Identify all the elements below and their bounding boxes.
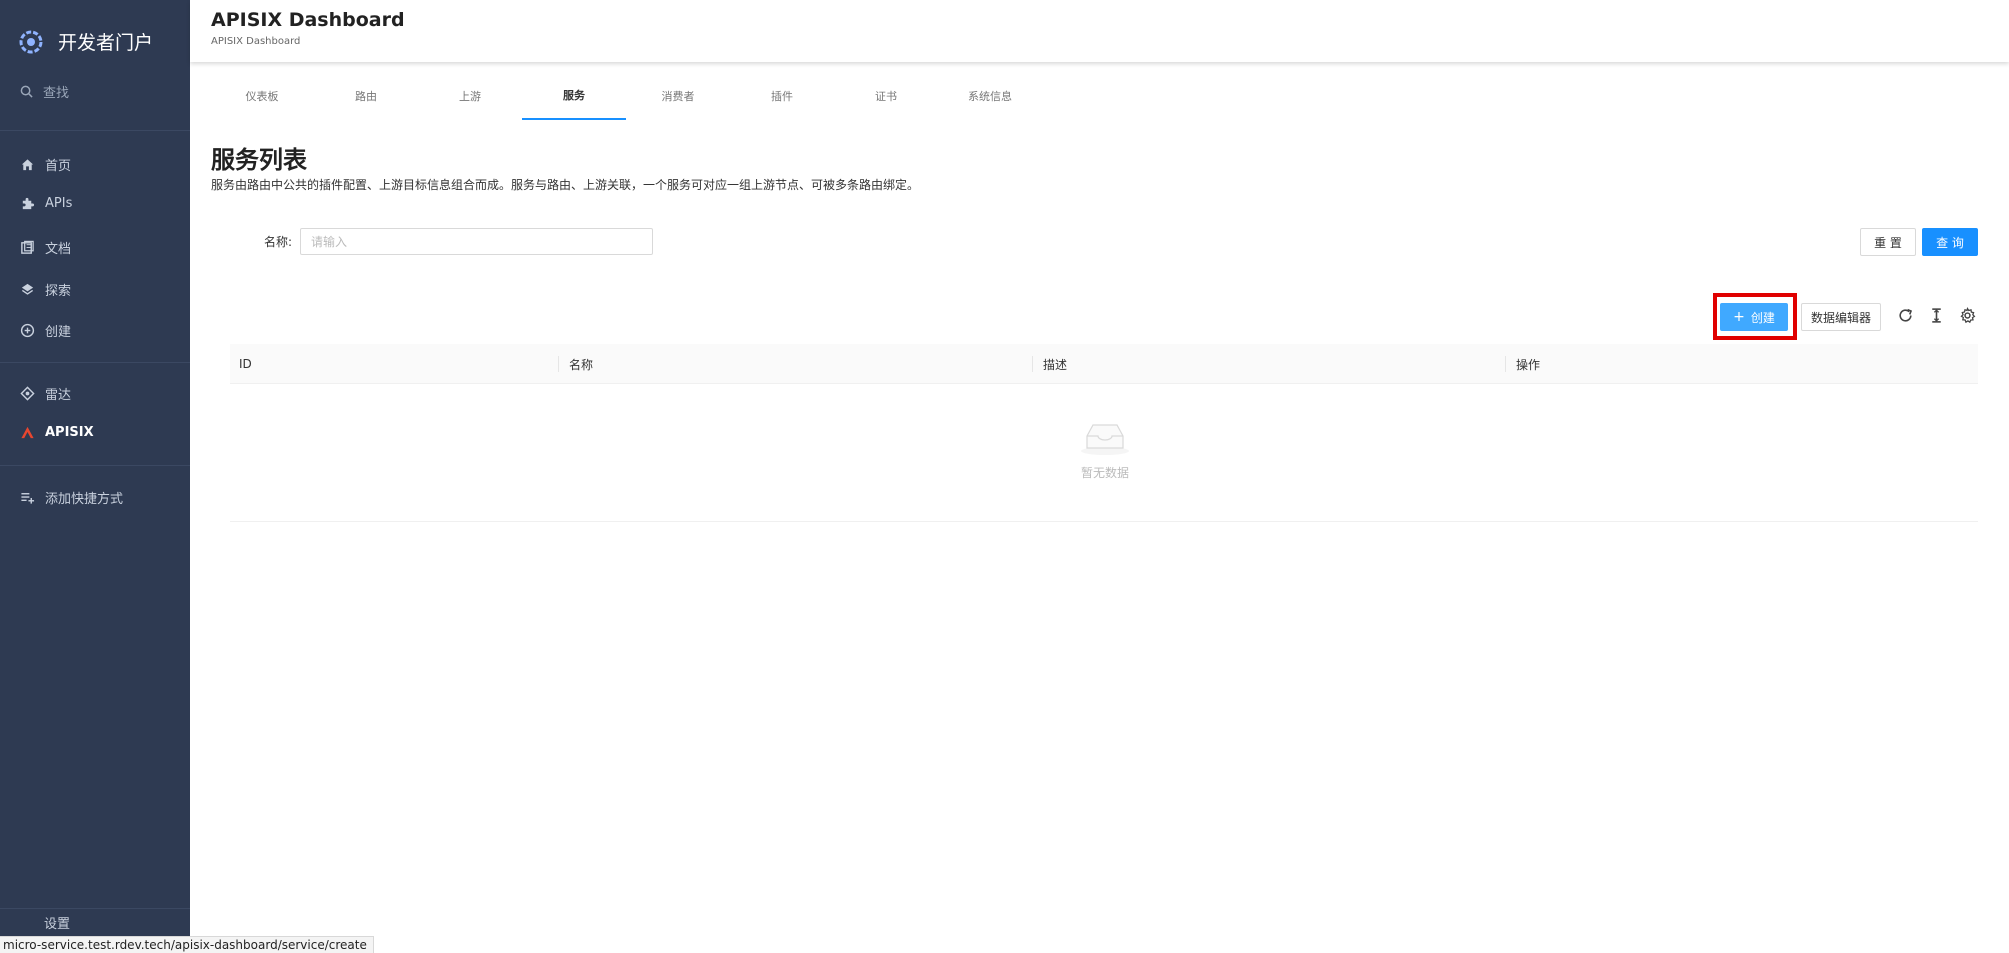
data-editor-button[interactable]: 数据编辑器 <box>1801 303 1881 331</box>
sidebar-item-create[interactable]: 创建 <box>20 321 71 340</box>
search-icon <box>20 85 33 98</box>
header-title: APISIX Dashboard <box>211 9 405 31</box>
create-button[interactable]: + 创建 <box>1720 303 1788 331</box>
sidebar-item-label: 雷达 <box>45 388 72 403</box>
sidebar: 开发者门户 查找 首页 APIs 文档 探索 创建 雷达 APISIX 添加快捷… <box>0 0 190 953</box>
column-header-id: ID <box>239 357 252 371</box>
sidebar-item-home[interactable]: 首页 <box>20 155 71 174</box>
column-divider <box>558 356 559 372</box>
header-subtitle: APISIX Dashboard <box>211 36 301 47</box>
sidebar-item-label: APISIX <box>45 425 94 440</box>
tab-upstream[interactable]: 上游 <box>418 72 522 120</box>
tab-certificates[interactable]: 证书 <box>834 72 938 120</box>
column-divider <box>1032 356 1033 372</box>
table-bottom-border <box>230 521 1978 522</box>
sidebar-item-label: 创建 <box>45 325 72 340</box>
empty-state: 暂无数据 <box>1040 420 1170 481</box>
column-header-name: 名称 <box>569 357 594 372</box>
column-divider <box>1505 356 1506 372</box>
sidebar-item-apis[interactable]: APIs <box>20 196 72 211</box>
query-button[interactable]: 查 询 <box>1922 228 1978 256</box>
playlist-add-icon <box>21 493 35 504</box>
sidebar-settings-label: 设置 <box>44 917 71 932</box>
page-title: 服务列表 <box>211 146 307 174</box>
docs-icon <box>21 240 34 254</box>
sidebar-item-apisix[interactable]: APISIX <box>20 425 94 440</box>
reload-icon[interactable] <box>1897 307 1914 324</box>
page-description: 服务由路由中公共的插件配置、上游目标信息组合而成。服务与路由、上游关联，一个服务… <box>211 178 920 192</box>
sidebar-item-add-shortcut[interactable]: 添加快捷方式 <box>20 488 123 507</box>
page-header: APISIX Dashboard APISIX Dashboard <box>190 0 2009 62</box>
tab-services[interactable]: 服务 <box>522 72 626 120</box>
name-filter-label: 名称: <box>264 235 293 249</box>
sidebar-item-label: APIs <box>45 196 73 211</box>
sidebar-item-label: 首页 <box>45 159 72 174</box>
puzzle-icon <box>22 197 35 210</box>
sidebar-item-label: 探索 <box>45 284 72 299</box>
sidebar-search[interactable]: 查找 <box>20 82 69 101</box>
brand[interactable]: 开发者门户 <box>18 28 153 55</box>
home-icon <box>21 159 34 171</box>
layers-icon <box>21 283 34 295</box>
reset-button[interactable]: 重 置 <box>1860 228 1916 256</box>
sidebar-item-explore[interactable]: 探索 <box>20 280 71 299</box>
sidebar-search-label: 查找 <box>43 86 70 101</box>
sidebar-item-docs[interactable]: 文档 <box>20 238 71 257</box>
plus-icon: + <box>1733 309 1745 325</box>
browser-status-url: micro-service.test.rdev.tech/apisix-dash… <box>0 936 374 953</box>
sidebar-divider <box>0 130 190 131</box>
sidebar-item-radar[interactable]: 雷达 <box>20 384 71 403</box>
radar-icon <box>20 386 35 401</box>
empty-state-text: 暂无数据 <box>1080 466 1129 480</box>
sidebar-divider <box>0 362 190 363</box>
brand-logo-icon <box>19 30 43 53</box>
tab-system-info[interactable]: 系统信息 <box>938 72 1042 120</box>
name-filter-input[interactable] <box>300 228 653 255</box>
create-button-label: 创建 <box>1750 310 1775 325</box>
tab-consumers[interactable]: 消费者 <box>626 72 730 120</box>
column-height-icon[interactable] <box>1928 307 1945 324</box>
empty-inbox-icon <box>1081 424 1129 455</box>
column-header-actions: 操作 <box>1516 357 1541 372</box>
table-header: ID 名称 描述 操作 <box>230 344 1978 384</box>
sidebar-item-label: 文档 <box>45 242 72 257</box>
plus-circle-icon <box>20 323 35 338</box>
brand-name: 开发者门户 <box>58 32 154 54</box>
tab-routes[interactable]: 路由 <box>314 72 418 120</box>
tab-dashboard[interactable]: 仪表板 <box>210 72 314 120</box>
column-header-description: 描述 <box>1043 357 1068 372</box>
sidebar-item-label: 添加快捷方式 <box>45 492 124 507</box>
tab-plugins[interactable]: 插件 <box>730 72 834 120</box>
sidebar-divider <box>0 465 190 466</box>
apisix-icon <box>21 426 34 439</box>
tab-bar: 仪表板 路由 上游 服务 消费者 插件 证书 系统信息 <box>190 72 2009 120</box>
setting-icon[interactable] <box>1959 307 1976 324</box>
